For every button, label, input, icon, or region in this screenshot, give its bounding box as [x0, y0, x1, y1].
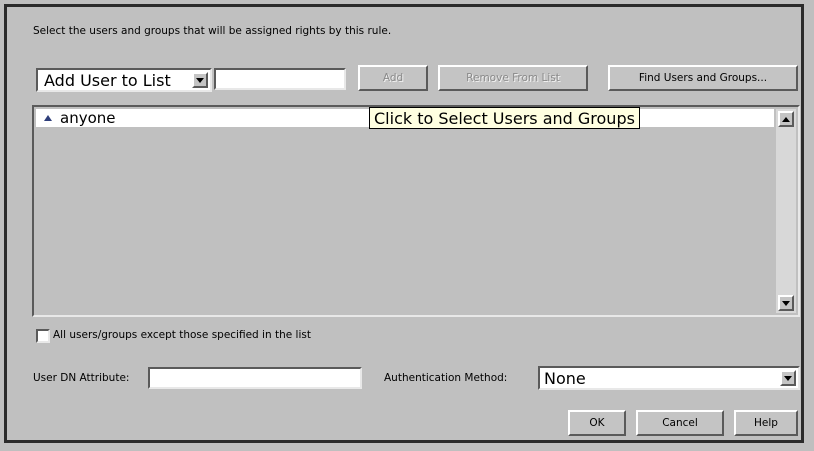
- help-button-label: Help: [754, 417, 778, 429]
- authentication-method-dropdown[interactable]: None: [538, 366, 800, 390]
- add-mode-dropdown-value: Add User to List: [44, 71, 171, 90]
- user-name-input[interactable]: [214, 68, 346, 90]
- remove-from-list-button-label: Remove From List: [466, 72, 560, 84]
- scroll-up-arrow-icon[interactable]: [778, 111, 794, 127]
- instruction-text: Select the users and groups that will be…: [33, 25, 392, 37]
- find-users-and-groups-button-label: Find Users and Groups...: [638, 72, 768, 84]
- users-groups-list[interactable]: anyone: [32, 105, 800, 317]
- user-dn-attribute-input[interactable]: [148, 367, 362, 389]
- user-dn-attribute-label: User DN Attribute:: [33, 372, 130, 384]
- remove-from-list-button[interactable]: Remove From List: [438, 65, 588, 91]
- dropdown-arrow-icon[interactable]: [780, 370, 796, 386]
- add-button[interactable]: Add: [358, 65, 428, 91]
- authentication-method-value: None: [544, 369, 586, 388]
- except-checkbox-label: All users/groups except those specified …: [53, 329, 311, 341]
- find-users-and-groups-button[interactable]: Find Users and Groups...: [608, 65, 798, 91]
- cancel-button[interactable]: Cancel: [636, 410, 724, 436]
- list-scrollbar[interactable]: [776, 109, 796, 313]
- except-checkbox[interactable]: [36, 329, 50, 343]
- ok-button[interactable]: OK: [568, 410, 626, 436]
- help-button[interactable]: Help: [734, 410, 798, 436]
- list-item-label: anyone: [60, 109, 116, 127]
- ok-button-label: OK: [589, 417, 605, 429]
- add-button-label: Add: [382, 72, 404, 84]
- user-icon: [44, 115, 52, 121]
- dropdown-arrow-icon[interactable]: [192, 72, 208, 88]
- select-users-tooltip: Click to Select Users and Groups: [369, 107, 640, 129]
- cancel-button-label: Cancel: [662, 417, 698, 429]
- scroll-down-arrow-icon[interactable]: [778, 295, 794, 311]
- add-mode-dropdown[interactable]: Add User to List: [36, 68, 212, 92]
- authentication-method-label: Authentication Method:: [384, 372, 508, 384]
- access-rule-dialog: Select the users and groups that will be…: [4, 4, 804, 443]
